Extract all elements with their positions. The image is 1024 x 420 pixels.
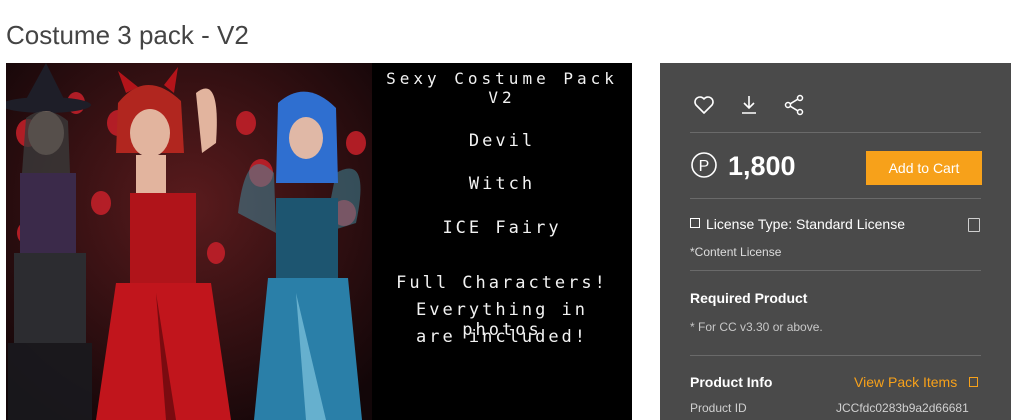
share-icon[interactable] bbox=[782, 93, 806, 117]
add-to-cart-button[interactable]: Add to Cart bbox=[866, 151, 982, 185]
product-image: Sexy Costume Pack V2 Devil Witch ICE Fai… bbox=[6, 63, 632, 420]
product-info-title: Product Info bbox=[690, 374, 773, 390]
image-line-ice-fairy: ICE Fairy bbox=[442, 218, 562, 238]
product-id-value: JCCfdc0283b9a2d66681 bbox=[836, 401, 969, 415]
divider bbox=[690, 198, 981, 199]
download-icon[interactable] bbox=[737, 93, 761, 117]
license-info-icon[interactable] bbox=[968, 218, 980, 232]
image-headline: Sexy Costume Pack V2 bbox=[386, 69, 618, 107]
required-product-title: Required Product bbox=[690, 290, 808, 306]
license-subtext: *Content License bbox=[690, 245, 782, 259]
image-line-full-characters: Full Characters! bbox=[396, 273, 608, 293]
image-line-included: are included! bbox=[415, 327, 589, 347]
page-title: Costume 3 pack - V2 bbox=[6, 20, 249, 50]
required-product-note: * For CC v3.30 or above. bbox=[690, 320, 823, 334]
divider bbox=[690, 355, 981, 356]
product-id-label: Product ID bbox=[690, 401, 747, 415]
license-type-label: License Type: Standard License bbox=[706, 216, 905, 232]
external-box-icon bbox=[969, 377, 979, 387]
costume-characters-illustration bbox=[6, 63, 372, 420]
image-line-witch: Witch bbox=[468, 174, 536, 194]
license-type[interactable]: License Type: Standard License bbox=[690, 216, 905, 232]
product-image-text: Sexy Costume Pack V2 Devil Witch ICE Fai… bbox=[372, 63, 632, 420]
price-value: 1,800 bbox=[728, 151, 796, 181]
checkbox-icon bbox=[690, 218, 700, 228]
view-pack-items-link[interactable]: View Pack Items bbox=[854, 374, 979, 390]
image-line-devil: Devil bbox=[468, 131, 536, 151]
heart-icon[interactable] bbox=[692, 93, 716, 117]
purchase-panel: P 1,800 Add to Cart License Type: Standa… bbox=[660, 63, 1011, 420]
view-pack-items-label: View Pack Items bbox=[854, 374, 958, 390]
point-currency-symbol: P bbox=[699, 158, 710, 175]
divider bbox=[690, 132, 981, 133]
divider bbox=[690, 270, 981, 271]
point-currency-icon: P bbox=[690, 151, 718, 179]
